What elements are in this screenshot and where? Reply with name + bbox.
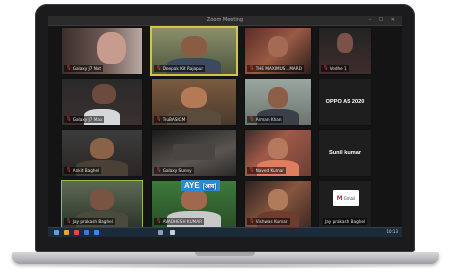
participant-name-tag: 🎙 Vishwas Kumar (247, 218, 290, 225)
zoom-icon[interactable] (94, 230, 99, 235)
participant-name: THE MAXIMUS...MARD (255, 66, 302, 71)
gallery-view: 🎙 Galaxy J7 Nxt 🎙 Deepak Kit Rajapur 🎙 THE … (48, 26, 402, 228)
person-figure (90, 189, 114, 210)
participant-name-tag: 🎙 Jay prakash Baghel (64, 218, 115, 225)
laptop-hinge-notch (195, 252, 255, 256)
participant-tile[interactable]: 🎙 Galaxy Sunny (151, 129, 237, 177)
participant-name: Galaxy Sunny (162, 168, 192, 173)
participant-tile[interactable]: 🎙 THE MAXIMUS...MARD (244, 27, 312, 75)
participant-name: Vedhe 1 (329, 66, 347, 71)
person-figure (268, 189, 288, 210)
participant-name: Ankit Baghel (72, 168, 100, 173)
person-figure (97, 31, 126, 64)
folder-icon[interactable] (64, 230, 69, 235)
participant-name-tag: 🎙 Galaxy Sunny (154, 167, 194, 174)
participant-tile-active-speaker[interactable]: 🎙 Deepak Kit Rajapur (150, 26, 238, 76)
participant-name-tag: 🎙 THE MAXIMUS...MARD (247, 65, 304, 72)
participant-name: Jay prakash Baghel (325, 219, 366, 224)
participant-name: Jay prakash Baghel (72, 219, 113, 224)
participant-tile-video-off[interactable]: Sunil kumar (318, 129, 372, 177)
participant-name: Galaxy J7 Max (72, 117, 103, 122)
gmail-profile-card: M Gmail (333, 190, 359, 206)
mic-muted-icon: 🎙 (156, 168, 162, 173)
browser-icon[interactable] (74, 230, 79, 235)
reaction-text: AYE (184, 181, 200, 190)
participant-name-tag: 🎙 Ankit Baghel (64, 167, 102, 174)
mic-muted-icon: 🎙 (66, 66, 72, 71)
laptop-shadow (40, 264, 411, 269)
participant-tile[interactable]: 🎙 Arman Khan (244, 78, 312, 126)
mic-muted-icon: 🎙 (66, 117, 72, 122)
participant-name-tag: 🎙 Arman Khan (247, 116, 284, 123)
participant-tile[interactable]: 🎙 Vedhe 1 (318, 27, 372, 75)
participant-name-tag: 🎙 TruBASICM (154, 116, 188, 123)
mic-muted-icon: 🎙 (323, 66, 329, 71)
mic-muted-icon: 🎙 (249, 66, 255, 71)
window-title: Zoom Meeting (206, 17, 244, 23)
participant-name-tag: 🎙 Galaxy J7 Nxt (64, 65, 104, 72)
participant-tile[interactable]: 🎙 Galaxy J7 Max (61, 78, 143, 126)
person-figure (268, 138, 288, 159)
person-figure (173, 143, 215, 160)
participant-name: AVADHESH KUMAR (162, 219, 203, 224)
participant-name-tag: 🎙 Galaxy J7 Max (64, 116, 105, 123)
participant-name-tag: Jay prakash Baghel (323, 218, 368, 225)
participant-tile[interactable]: 🎙 Naved Kumar (244, 129, 312, 177)
participant-tile[interactable]: 🎙 Vishwas Kumar (244, 180, 312, 228)
person-figure (90, 138, 114, 159)
person-figure (268, 87, 288, 108)
mic-muted-icon: 🎙 (249, 219, 255, 224)
participant-name-centered: Sunil kumar (328, 150, 362, 156)
mic-muted-icon: 🎙 (66, 219, 72, 224)
mic-muted-icon: 🎙 (156, 117, 162, 122)
window-titlebar: Zoom Meeting – ☐ ✕ (48, 16, 402, 26)
participant-tile[interactable]: 🎙 Ankit Baghel (61, 129, 143, 177)
person-figure (181, 189, 207, 210)
person-figure (181, 87, 207, 108)
participant-tile-video-off[interactable]: M Gmail Jay prakash Baghel (318, 180, 372, 228)
start-icon[interactable] (54, 230, 59, 235)
laptop-screen: Zoom Meeting – ☐ ✕ 🎙 Galaxy J7 Nxt 🎙 Deepa… (48, 16, 402, 237)
word-icon[interactable] (84, 230, 89, 235)
participant-name-tag: 🎙 Naved Kumar (247, 167, 287, 174)
window-controls[interactable]: – ☐ ✕ (369, 17, 398, 23)
person-figure (92, 83, 117, 104)
tray-clock: 10:13 (386, 229, 398, 234)
participant-name-tag: 🎙 AVADHESH KUMAR (154, 218, 205, 225)
person-figure (337, 32, 353, 53)
participant-tile[interactable]: 🎙 Galaxy J7 Nxt (61, 27, 143, 75)
participant-name: TruBASICM (162, 117, 186, 122)
app-icon[interactable] (170, 230, 175, 235)
participant-name: Arman Khan (255, 117, 282, 122)
gmail-icon: M (336, 194, 343, 202)
participant-tile-video-off[interactable]: OPPO A5 2020 (318, 78, 372, 126)
reaction-hindi-text: [आय] (201, 184, 218, 190)
mic-muted-icon: 🎙 (156, 219, 162, 224)
person-figure (268, 36, 288, 57)
participant-tile[interactable]: 🎙 TruBASICM (151, 78, 237, 126)
participant-name: Vishwas Kumar (255, 219, 288, 224)
mic-muted-icon: 🎙 (249, 117, 255, 122)
gmail-label: Gmail (343, 195, 356, 201)
app-icon[interactable] (158, 230, 163, 235)
mic-muted-icon: 🎙 (66, 168, 72, 173)
participant-name: Galaxy J7 Nxt (72, 66, 102, 71)
reaction-banner: AYE [आय] (181, 180, 221, 191)
participant-name: Naved Kumar (255, 168, 285, 173)
participant-name-tag: 🎙 Vedhe 1 (321, 65, 349, 72)
participant-tile-pinned[interactable]: 🎙 Jay prakash Baghel (61, 180, 143, 228)
windows-taskbar: 10:13 (48, 227, 402, 237)
mic-muted-icon: 🎙 (249, 168, 255, 173)
participant-name-centered: OPPO A5 2020 (325, 99, 365, 105)
mic-muted-icon: 🎙 (156, 66, 162, 71)
person-figure (181, 36, 207, 57)
participant-name: Deepak Kit Rajapur (162, 66, 204, 71)
participant-name-tag: 🎙 Deepak Kit Rajapur (154, 65, 206, 72)
